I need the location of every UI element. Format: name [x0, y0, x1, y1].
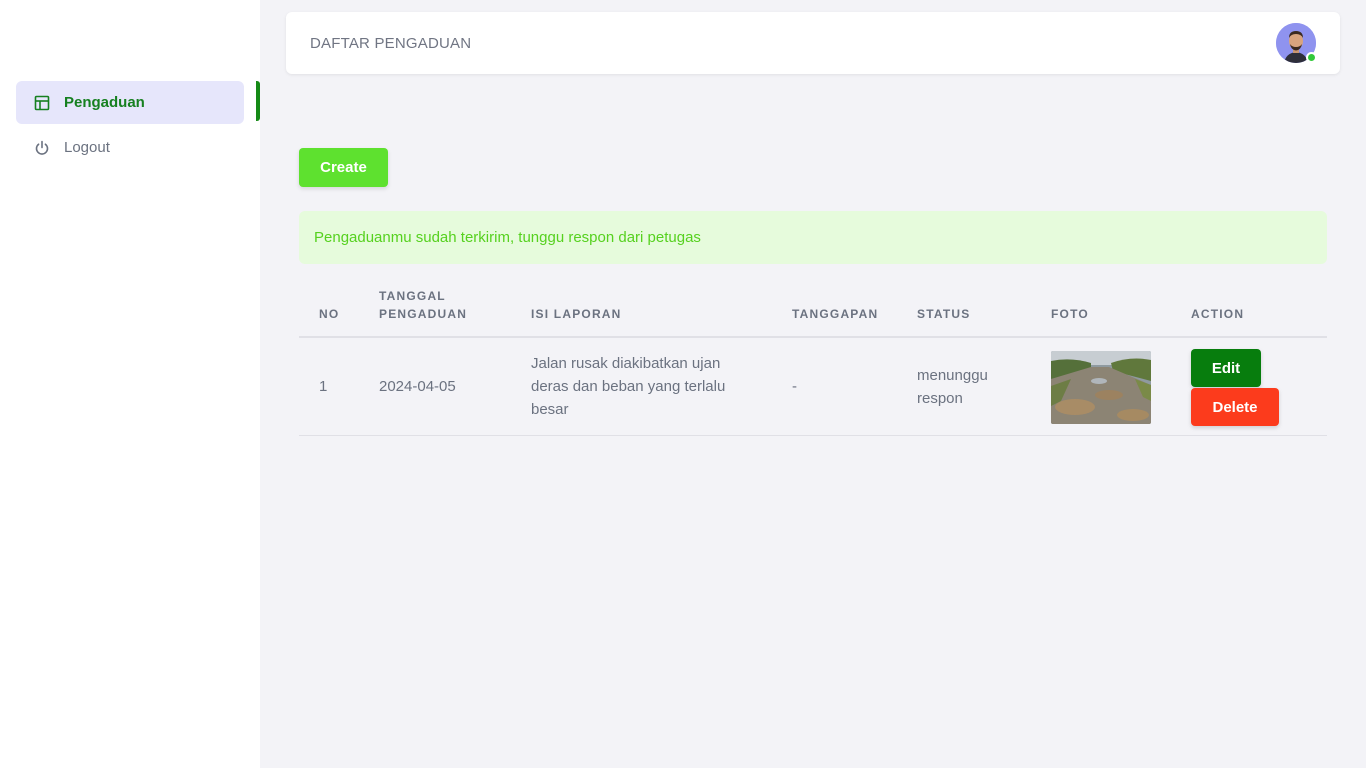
cell-tanggapan: -	[792, 378, 797, 395]
header-tanggal-line2: PENGADUAN	[379, 307, 468, 321]
alert-message: Pengaduanmu sudah terkirim, tunggu respo…	[314, 229, 701, 246]
avatar[interactable]	[1276, 23, 1317, 63]
header-foto: FOTO	[1051, 307, 1089, 321]
header-tanggal: TANGGAL PENGADUAN	[379, 287, 467, 323]
header-status: STATUS	[917, 307, 971, 321]
complaint-photo[interactable]	[1051, 351, 1151, 424]
table-header: NO TANGGAL PENGADUAN ISI LAPORAN TANGGAP…	[299, 280, 1327, 338]
sidebar-item-pengaduan[interactable]: Pengaduan	[16, 81, 244, 124]
sidebar-item-logout[interactable]: Logout	[16, 126, 244, 169]
cell-tanggal: 2024-04-05	[379, 378, 456, 395]
status-line: menunggu	[917, 367, 988, 384]
table-row: 1 2024-04-05 Jalan rusak diakibatkan uja…	[299, 338, 1327, 436]
isi-line: besar	[531, 401, 569, 418]
edit-button[interactable]: Edit	[1191, 349, 1261, 387]
sidebar-item-label: Pengaduan	[64, 94, 145, 111]
create-button[interactable]: Create	[299, 148, 388, 187]
cell-isi-laporan: Jalan rusak diakibatkan ujan deras dan b…	[531, 352, 725, 421]
status-line: respon	[917, 390, 963, 407]
active-indicator	[256, 81, 260, 121]
online-status-dot	[1306, 52, 1317, 63]
sidebar: Pengaduan Logout	[0, 0, 260, 768]
isi-line: Jalan rusak diakibatkan ujan	[531, 355, 721, 372]
delete-button[interactable]: Delete	[1191, 388, 1279, 426]
power-icon	[34, 140, 50, 156]
top-header: DAFTAR PENGADUAN	[286, 12, 1340, 74]
road-photo-image	[1051, 351, 1151, 424]
header-no: NO	[319, 307, 340, 321]
success-alert: Pengaduanmu sudah terkirim, tunggu respo…	[299, 211, 1327, 264]
cell-no: 1	[319, 378, 328, 395]
sidebar-item-label: Logout	[64, 139, 110, 156]
header-tanggal-line1: TANGGAL	[379, 289, 446, 303]
page-title: DAFTAR PENGADUAN	[310, 34, 472, 52]
layout-icon	[34, 95, 50, 111]
header-tanggapan: TANGGAPAN	[792, 307, 879, 321]
complaints-table: NO TANGGAL PENGADUAN ISI LAPORAN TANGGAP…	[299, 280, 1327, 436]
isi-line: deras dan beban yang terlalu	[531, 378, 726, 395]
header-action: ACTION	[1191, 307, 1245, 321]
cell-status: menunggu respon	[917, 364, 988, 410]
header-isi-laporan: ISI LAPORAN	[531, 307, 622, 321]
